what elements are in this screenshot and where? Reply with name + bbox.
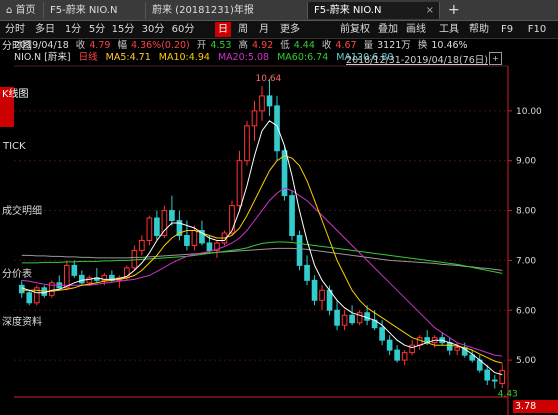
candle-body bbox=[244, 125, 250, 162]
candle-body bbox=[169, 210, 175, 222]
candle-body bbox=[491, 379, 498, 382]
y-tick-label: 7.00 bbox=[516, 256, 536, 266]
candle-body bbox=[296, 234, 303, 266]
candle-body bbox=[409, 344, 415, 354]
candle-body bbox=[251, 110, 258, 127]
candle-body bbox=[259, 95, 265, 112]
candle-body bbox=[364, 312, 370, 321]
candle-body bbox=[499, 370, 506, 385]
candle-body bbox=[341, 314, 348, 326]
price-tag: 3.78 bbox=[513, 400, 558, 413]
kline-chart[interactable]: 5.00 6.00 7.00 8.00 9.00 10.00 10.64 4.43 bbox=[0, 0, 558, 415]
candle-body bbox=[446, 342, 453, 351]
candle-body bbox=[71, 264, 78, 276]
y-tick-label: 10.00 bbox=[516, 107, 542, 117]
y-tick-label: 6.00 bbox=[516, 306, 536, 316]
candle-body bbox=[18, 284, 25, 294]
y-tick-label: 9.00 bbox=[516, 157, 536, 167]
high-annotation: 10.64 bbox=[256, 74, 282, 84]
candle-body bbox=[454, 347, 461, 351]
candle-body bbox=[161, 210, 168, 236]
low-annotation: 4.43 bbox=[498, 390, 518, 400]
candle-body bbox=[139, 239, 145, 251]
candle-body bbox=[191, 230, 198, 246]
candle-body bbox=[206, 242, 213, 251]
candle-body bbox=[63, 264, 70, 289]
candle-body bbox=[379, 327, 385, 341]
candle-body bbox=[401, 352, 408, 361]
ma20-line bbox=[21, 187, 503, 357]
candle-body bbox=[349, 314, 355, 324]
y-tick-label: 5.00 bbox=[516, 356, 536, 366]
candle-body bbox=[484, 369, 491, 381]
candle-body bbox=[334, 309, 340, 326]
candle-body bbox=[319, 289, 325, 301]
ma10-line bbox=[21, 155, 503, 364]
candle-body bbox=[266, 95, 273, 107]
y-tick-label: 8.00 bbox=[516, 207, 536, 217]
ma5-line bbox=[21, 120, 503, 376]
candle-body bbox=[26, 292, 33, 304]
candle-body bbox=[274, 105, 280, 152]
candle-body bbox=[236, 160, 243, 207]
candle-body bbox=[416, 337, 423, 346]
candle-body bbox=[229, 205, 235, 234]
candle-body bbox=[184, 234, 190, 246]
candle-body bbox=[154, 217, 160, 236]
candle-body bbox=[131, 249, 138, 269]
candle-body bbox=[394, 349, 400, 361]
candle-body bbox=[146, 217, 153, 241]
candle-body bbox=[386, 339, 393, 351]
candle-body bbox=[78, 274, 85, 284]
candle-body bbox=[304, 264, 310, 281]
candle-body bbox=[311, 279, 318, 301]
candle-body bbox=[289, 195, 295, 236]
ma120-line bbox=[21, 247, 503, 271]
candle-body bbox=[326, 289, 333, 311]
